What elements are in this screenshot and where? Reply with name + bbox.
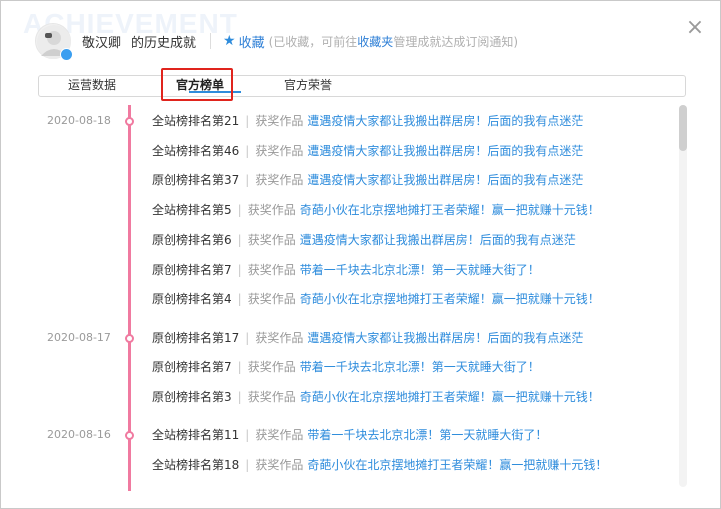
ranking-position: 原创榜排名第17 [152,330,240,345]
award-work-link[interactable]: 奇葩小伙在北京摆地摊打王者荣耀！赢一把就赚十元钱！ [307,458,607,472]
award-work-link[interactable]: 奇葩小伙在北京摆地摊打王者荣耀！赢一把就赚十元钱！ [300,203,600,217]
header-divider [210,33,212,49]
verified-badge-icon [60,48,73,61]
row-separator: | [245,458,250,473]
timeline-dot [125,431,134,441]
ranking-row: 原创榜排名第6 | 获奖作品 遭遇疫情大家都让我搬出群居房！后面的我有点迷茫 [152,232,576,248]
tab-bar: 运营数据 官方榜单 官方荣誉 [38,75,686,97]
ranking-row: 原创榜排名第4 | 获奖作品 奇葩小伙在北京摆地摊打王者荣耀！赢一把就赚十元钱！ [152,291,600,307]
row-separator: | [237,232,242,247]
tab-official-honors[interactable]: 官方荣誉 [284,76,332,96]
ranking-row: 原创榜排名第37 | 获奖作品 遭遇疫情大家都让我搬出群居房！后面的我有点迷茫 [152,172,583,188]
ranking-row: 全站榜排名第5 | 获奖作品 奇葩小伙在北京摆地摊打王者荣耀！赢一把就赚十元钱！ [152,202,600,218]
ranking-row: 原创榜排名第3 | 获奖作品 奇葩小伙在北京摆地摊打王者荣耀！赢一把就赚十元钱！ [152,389,600,405]
timeline-date: 2020-08-17 [47,330,111,344]
award-label: 获奖作品 [255,330,304,345]
scrollbar-thumb[interactable] [679,105,687,151]
tab-official-rankings-label: 官方榜单 [176,78,225,92]
timeline-dot [125,117,134,126]
username[interactable]: 敬汉卿 [82,32,121,51]
award-work-link[interactable]: 奇葩小伙在北京摆地摊打王者荣耀！赢一把就赚十元钱！ [300,390,600,404]
achievement-modal: ACHIEVEMENT × 敬汉卿 的历史成就 ★ 收藏 (已收藏，可前往收藏夹… [0,0,721,509]
timeline-date: 2020-08-18 [47,114,111,127]
active-tab-underline [189,91,241,93]
timeline-dot [125,333,134,343]
award-work-link[interactable]: 遭遇疫情大家都让我搬出群居房！后面的我有点迷茫 [307,331,583,345]
favorite-button[interactable]: ★ 收藏 [223,32,265,51]
award-label: 获奖作品 [247,360,296,375]
ranking-row: 原创榜排名第17 | 获奖作品 遭遇疫情大家都让我搬出群居房！后面的我有点迷茫 [152,330,583,346]
row-separator: | [245,173,250,188]
award-label: 获奖作品 [255,428,304,443]
close-icon[interactable]: × [684,17,706,39]
award-work-link[interactable]: 带着一千块去北京北漂！第一天就睡大街了！ [300,263,540,277]
award-work-link[interactable]: 奇葩小伙在北京摆地摊打王者荣耀！赢一把就赚十元钱！ [300,292,600,306]
award-label: 获奖作品 [247,292,296,307]
ranking-position: 全站榜排名第21 [152,114,240,128]
row-separator: | [237,203,242,218]
scrollbar[interactable] [679,105,687,487]
ranking-position: 原创榜排名第7 [152,360,232,375]
favorites-link[interactable]: 收藏夹 [357,35,393,49]
favorite-note-prefix: (已收藏，可前往 [268,34,358,49]
award-label: 获奖作品 [247,232,296,247]
ranking-row: 全站榜排名第21 | 获奖作品 遭遇疫情大家都让我搬出群居房！后面的我有点迷茫 [152,113,583,129]
award-work-link[interactable]: 带着一千块去北京北漂！第一天就睡大街了！ [300,360,540,374]
award-work-link[interactable]: 遭遇疫情大家都让我搬出群居房！后面的我有点迷茫 [307,173,583,187]
award-label: 获奖作品 [255,114,304,128]
ranking-row: 原创榜排名第7 | 获奖作品 带着一千块去北京北漂！第一天就睡大街了！ [152,359,540,375]
award-label: 获奖作品 [247,390,296,404]
row-separator: | [237,360,242,375]
award-work-link[interactable]: 遭遇疫情大家都让我搬出群居房！后面的我有点迷茫 [307,144,583,158]
award-label: 获奖作品 [247,203,296,218]
row-separator: | [237,262,242,277]
modal-header: 敬汉卿 的历史成就 ★ 收藏 (已收藏，可前往收藏夹管理成就达成订阅通知) [35,23,518,61]
avatar[interactable] [35,23,73,61]
ranking-position: 原创榜排名第6 [152,232,232,247]
timeline-list: 2020-08-18 全站榜排名第21 | 获奖作品 遭遇疫情大家都让我搬出群居房！后面… [1,105,691,491]
tab-official-rankings[interactable]: 官方榜单 [176,76,241,96]
ranking-position: 原创榜排名第37 [152,173,240,188]
ranking-position: 原创榜排名第7 [152,262,232,277]
ranking-position: 全站榜排名第18 [152,458,240,473]
star-icon: ★ [223,33,236,49]
row-separator: | [245,428,250,443]
row-separator: | [245,114,250,128]
page-subtitle: 的历史成就 [131,35,197,51]
ranking-row: 全站榜排名第11 | 获奖作品 带着一千块去北京北漂！第一天就睡大街了！ [152,427,547,443]
row-separator: | [237,390,242,404]
ranking-row: 全站榜排名第18 | 获奖作品 奇葩小伙在北京摆地摊打王者荣耀！赢一把就赚十元钱！ [152,457,607,473]
award-work-link[interactable]: 遭遇疫情大家都让我搬出群居房！后面的我有点迷茫 [307,114,583,128]
ranking-position: 全站榜排名第46 [152,143,240,158]
award-label: 获奖作品 [255,173,304,188]
favorite-note-suffix: 管理成就达成订阅通知) [393,34,518,49]
tab-operations-data[interactable]: 运营数据 [68,76,116,96]
ranking-row: 原创榜排名第7 | 获奖作品 带着一千块去北京北漂！第一天就睡大街了！ [152,262,540,278]
favorite-label: 收藏 [238,35,265,51]
award-label: 获奖作品 [247,262,296,277]
timeline-date: 2020-08-16 [47,428,111,442]
award-label: 获奖作品 [255,143,304,158]
row-separator: | [245,143,250,158]
award-work-link[interactable]: 遭遇疫情大家都让我搬出群居房！后面的我有点迷茫 [300,233,576,247]
ranking-row: 全站榜排名第46 | 获奖作品 遭遇疫情大家都让我搬出群居房！后面的我有点迷茫 [152,143,583,159]
row-separator: | [245,330,250,345]
award-label: 获奖作品 [255,458,304,473]
ranking-position: 原创榜排名第3 [152,390,232,404]
favorite-note: (已收藏，可前往收藏夹管理成就达成订阅通知) [269,33,518,50]
award-work-link[interactable]: 带着一千块去北京北漂！第一天就睡大街了！ [307,428,547,442]
ranking-position: 全站榜排名第11 [152,428,240,443]
ranking-position: 原创榜排名第4 [152,292,232,307]
ranking-position: 全站榜排名第5 [152,203,232,218]
row-separator: | [237,292,242,307]
